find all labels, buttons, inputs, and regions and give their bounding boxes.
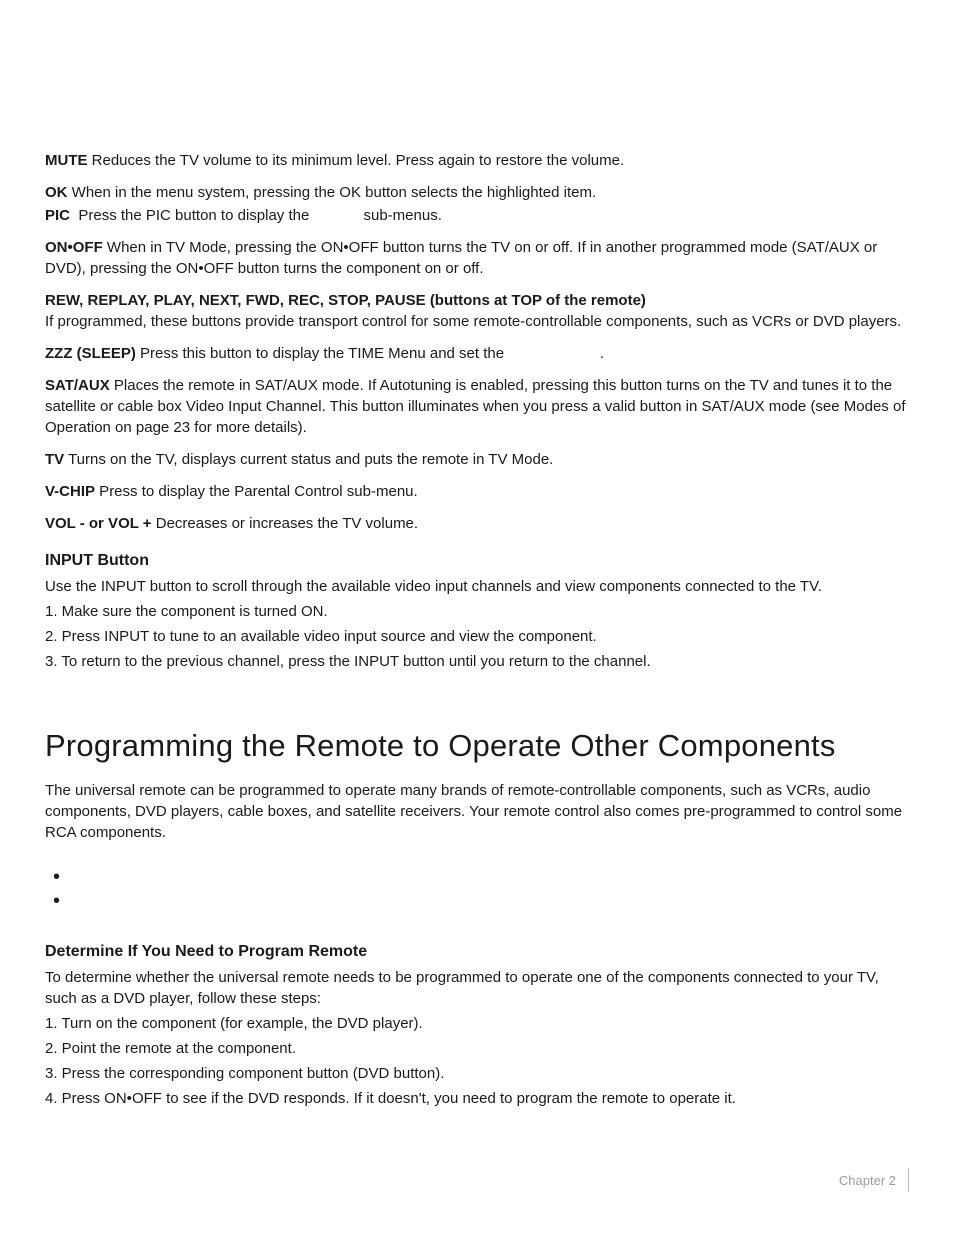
- definition-ok: OK When in the menu system, pressing the…: [45, 182, 909, 203]
- definition-transport: REW, REPLAY, PLAY, NEXT, FWD, REC, STOP,…: [45, 290, 909, 332]
- page-footer: Chapter 2: [839, 1168, 909, 1192]
- definition-text: Reduces the TV volume to its minimum lev…: [88, 152, 625, 169]
- definition-text: When in the menu system, pressing the OK…: [68, 184, 597, 201]
- definition-sataux: SAT/AUX Places the remote in SAT/AUX mod…: [45, 375, 909, 438]
- definition-text: Turns on the TV, displays current status…: [64, 451, 553, 468]
- bullet: •: [45, 865, 909, 889]
- input-step-1: 1. Make sure the component is turned ON.: [45, 601, 909, 622]
- definition-vchip: V-CHIP Press to display the Parental Con…: [45, 481, 909, 502]
- determine-step-4: 4. Press ON•OFF to see if the DVD respon…: [45, 1088, 909, 1109]
- empty-bullets: • •: [45, 865, 909, 913]
- determine-step-1: 1. Turn on the component (for example, t…: [45, 1013, 909, 1034]
- input-step-2: 2. Press INPUT to tune to an available v…: [45, 626, 909, 647]
- determine-heading: Determine If You Need to Program Remote: [45, 943, 909, 961]
- programming-intro: The universal remote can be programmed t…: [45, 780, 909, 843]
- definition-text: Press the PIC button to display the sub-…: [70, 207, 442, 224]
- definition-pic: PIC Press the PIC button to display the …: [45, 205, 909, 226]
- input-button-intro: Use the INPUT button to scroll through t…: [45, 576, 909, 597]
- input-button-heading: INPUT Button: [45, 552, 909, 570]
- manual-page: MUTE Reduces the TV volume to its minimu…: [0, 0, 954, 1234]
- definition-text: Press to display the Parental Control su…: [95, 483, 418, 500]
- definition-sleep: ZZZ (SLEEP) Press this button to display…: [45, 343, 909, 364]
- input-step-3: 3. To return to the previous channel, pr…: [45, 651, 909, 672]
- term: SAT/AUX: [45, 377, 110, 394]
- definition-text: Places the remote in SAT/AUX mode. If Au…: [45, 377, 906, 436]
- chapter-label: Chapter 2: [839, 1173, 896, 1188]
- determine-step-2: 2. Point the remote at the component.: [45, 1038, 909, 1059]
- bullet: •: [45, 889, 909, 913]
- term: MUTE: [45, 152, 88, 169]
- definition-text: Decreases or increases the TV volume.: [152, 515, 419, 532]
- term: PIC: [45, 207, 70, 224]
- term: ON•OFF: [45, 239, 103, 256]
- definition-tv: TV Turns on the TV, displays current sta…: [45, 449, 909, 470]
- determine-step-3: 3. Press the corresponding component but…: [45, 1063, 909, 1084]
- definition-onoff: ON•OFF When in TV Mode, pressing the ON•…: [45, 237, 909, 279]
- definition-mute: MUTE Reduces the TV volume to its minimu…: [45, 150, 909, 171]
- definition-text: Press this button to display the TIME Me…: [136, 345, 604, 362]
- determine-intro: To determine whether the universal remot…: [45, 967, 909, 1009]
- definition-vol: VOL - or VOL + Decreases or increases th…: [45, 513, 909, 534]
- programming-heading: Programming the Remote to Operate Other …: [45, 722, 909, 770]
- term: TV: [45, 451, 64, 468]
- term: V-CHIP: [45, 483, 95, 500]
- term: REW, REPLAY, PLAY, NEXT, FWD, REC, STOP,…: [45, 292, 646, 309]
- term: ZZZ (SLEEP): [45, 345, 136, 362]
- definition-text: If programmed, these buttons provide tra…: [45, 313, 901, 330]
- definition-text: When in TV Mode, pressing the ON•OFF but…: [45, 239, 877, 277]
- term: VOL - or VOL +: [45, 515, 152, 532]
- term: OK: [45, 184, 68, 201]
